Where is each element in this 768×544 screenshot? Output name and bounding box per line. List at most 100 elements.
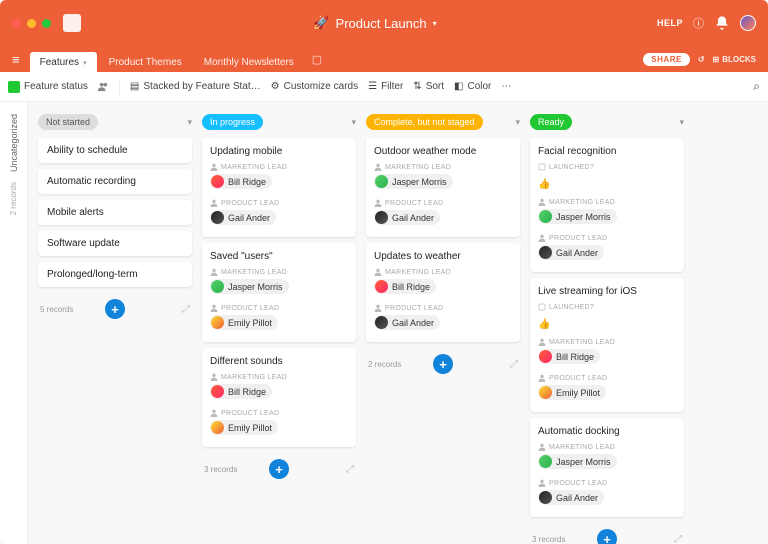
share-button[interactable]: SHARE xyxy=(643,53,690,66)
kanban-card[interactable]: Software update xyxy=(38,231,192,256)
tab-monthly-newsletters[interactable]: Monthly Newsletters xyxy=(194,52,304,72)
field-label-product: PRODUCT LEAD xyxy=(221,410,279,417)
help-link[interactable]: HELP xyxy=(657,18,683,28)
chevron-down-icon: ▾ xyxy=(515,117,520,128)
user-chip[interactable]: Gail Ander xyxy=(538,490,604,505)
card-title: Ability to schedule xyxy=(47,145,183,156)
kanban-card[interactable]: Facial recognition LAUNCHED? 👍 MARKETING… xyxy=(530,138,684,272)
person-icon xyxy=(374,304,382,312)
card-title: Different sounds xyxy=(210,356,348,367)
user-name: Jasper Morris xyxy=(228,282,283,292)
user-chip[interactable]: Gail Ander xyxy=(210,210,276,225)
view-toolbar: Feature status ▤Stacked by Feature Stat…… xyxy=(0,72,768,102)
kanban-card[interactable]: Ability to schedule xyxy=(38,138,192,163)
kanban-card[interactable]: Updates to weather MARKETING LEAD Bill R… xyxy=(366,243,520,342)
column-footer: 3 records + ⤢ xyxy=(202,453,356,485)
help-icon[interactable]: ⓘ xyxy=(693,15,704,31)
kanban-card[interactable]: Updating mobile MARKETING LEAD Bill Ridg… xyxy=(202,138,356,237)
user-chip[interactable]: Bill Ridge xyxy=(210,174,272,189)
kanban-card[interactable]: Mobile alerts xyxy=(38,200,192,225)
kanban-card[interactable]: Automatic recording xyxy=(38,169,192,194)
notifications-icon[interactable] xyxy=(714,15,730,31)
expand-icon[interactable]: ⤢ xyxy=(617,534,682,544)
user-avatar-icon xyxy=(539,491,552,504)
app-logo-icon[interactable] xyxy=(63,14,81,32)
user-name: Bill Ridge xyxy=(556,352,594,362)
user-chip[interactable]: Bill Ridge xyxy=(374,279,436,294)
kanban-card[interactable]: Live streaming for iOS LAUNCHED? 👍 MARKE… xyxy=(530,278,684,412)
user-chip[interactable]: Bill Ridge xyxy=(538,349,600,364)
window-controls[interactable] xyxy=(12,19,51,28)
kanban-card[interactable]: Outdoor weather mode MARKETING LEAD Jasp… xyxy=(366,138,520,237)
user-chip[interactable]: Jasper Morris xyxy=(210,279,289,294)
more-button[interactable]: ⋯ xyxy=(501,81,511,92)
tab-features[interactable]: Features▾ xyxy=(30,52,97,72)
add-record-button[interactable]: + xyxy=(269,459,289,479)
user-chip[interactable]: Jasper Morris xyxy=(538,209,617,224)
column-footer: 2 records + ⤢ xyxy=(366,348,520,380)
user-chip[interactable]: Gail Ander xyxy=(374,315,440,330)
checkbox-icon xyxy=(538,163,546,171)
expand-icon[interactable]: ⤢ xyxy=(125,304,190,315)
zoom-icon[interactable] xyxy=(42,19,51,28)
filter-button[interactable]: ☰Filter xyxy=(368,81,403,92)
column-footer: 5 records + ⤢ xyxy=(38,293,192,325)
user-chip[interactable]: Jasper Morris xyxy=(538,454,617,469)
sort-button[interactable]: ⇅Sort xyxy=(413,81,444,92)
card-title: Automatic recording xyxy=(47,176,183,187)
stack-sidebar[interactable]: Uncategorized 2 records xyxy=(0,102,28,544)
user-avatar[interactable] xyxy=(740,15,756,31)
base-title[interactable]: 🚀 Product Launch ▾ xyxy=(93,15,657,31)
field-label-launched: LAUNCHED? xyxy=(549,304,594,311)
card-title: Software update xyxy=(47,238,183,249)
kanban-card[interactable]: Automatic docking MARKETING LEAD Jasper … xyxy=(530,418,684,517)
user-chip[interactable]: Gail Ander xyxy=(538,245,604,260)
person-icon xyxy=(538,234,546,242)
color-icon: ◧ xyxy=(454,81,463,92)
user-avatar-icon xyxy=(211,385,224,398)
add-record-button[interactable]: + xyxy=(105,299,125,319)
column-header[interactable]: In progress ▾ xyxy=(202,114,356,130)
collaborators-button[interactable] xyxy=(98,81,109,92)
user-chip[interactable]: Emily Pillot xyxy=(538,385,606,400)
stack-button[interactable]: ▤Stacked by Feature Stat… xyxy=(130,81,261,92)
user-name: Jasper Morris xyxy=(392,177,447,187)
expand-icon[interactable]: ⤢ xyxy=(453,359,518,370)
user-name: Gail Ander xyxy=(228,213,270,223)
history-button[interactable]: ↺ xyxy=(698,55,705,64)
kanban-column: Ready ▾ Facial recognition LAUNCHED? 👍 M… xyxy=(530,114,684,544)
table-tabs: ≡ Features▾ Product Themes Monthly Newsl… xyxy=(0,46,768,72)
kanban-card[interactable]: Saved "users" MARKETING LEAD Jasper Morr… xyxy=(202,243,356,342)
user-chip[interactable]: Emily Pillot xyxy=(210,315,278,330)
field-label-product: PRODUCT LEAD xyxy=(221,305,279,312)
add-table-button[interactable]: ▢ xyxy=(306,49,328,70)
user-chip[interactable]: Emily Pillot xyxy=(210,420,278,435)
blocks-button[interactable]: ⊞BLOCKS xyxy=(713,55,756,64)
menu-icon[interactable]: ≡ xyxy=(12,52,20,67)
kanban-card[interactable]: Prolonged/long-term xyxy=(38,262,192,287)
user-chip[interactable]: Jasper Morris xyxy=(374,174,453,189)
close-icon[interactable] xyxy=(12,19,21,28)
customize-cards-button[interactable]: ⚙Customize cards xyxy=(271,81,358,92)
tab-product-themes[interactable]: Product Themes xyxy=(99,52,192,72)
search-button[interactable]: ⌕ xyxy=(753,79,760,94)
user-name: Bill Ridge xyxy=(228,387,266,397)
record-count: 3 records xyxy=(532,535,597,544)
person-icon xyxy=(210,304,218,312)
kanban-column: Not started ▾ Ability to schedule Automat… xyxy=(38,114,192,325)
blocks-icon: ⊞ xyxy=(713,55,720,64)
view-switcher[interactable]: Feature status xyxy=(8,81,88,93)
column-header[interactable]: Not started ▾ xyxy=(38,114,192,130)
add-record-button[interactable]: + xyxy=(597,529,617,544)
add-record-button[interactable]: + xyxy=(433,354,453,374)
expand-icon[interactable]: ⤢ xyxy=(289,464,354,475)
kanban-board[interactable]: Not started ▾ Ability to schedule Automat… xyxy=(28,102,768,544)
minimize-icon[interactable] xyxy=(27,19,36,28)
color-button[interactable]: ◧Color xyxy=(454,81,491,92)
kanban-card[interactable]: Different sounds MARKETING LEAD Bill Rid… xyxy=(202,348,356,447)
column-header[interactable]: Ready ▾ xyxy=(530,114,684,130)
column-header[interactable]: Complete, but not staged ▾ xyxy=(366,114,520,130)
user-chip[interactable]: Gail Ander xyxy=(374,210,440,225)
user-chip[interactable]: Bill Ridge xyxy=(210,384,272,399)
chevron-down-icon: ▾ xyxy=(351,117,356,128)
